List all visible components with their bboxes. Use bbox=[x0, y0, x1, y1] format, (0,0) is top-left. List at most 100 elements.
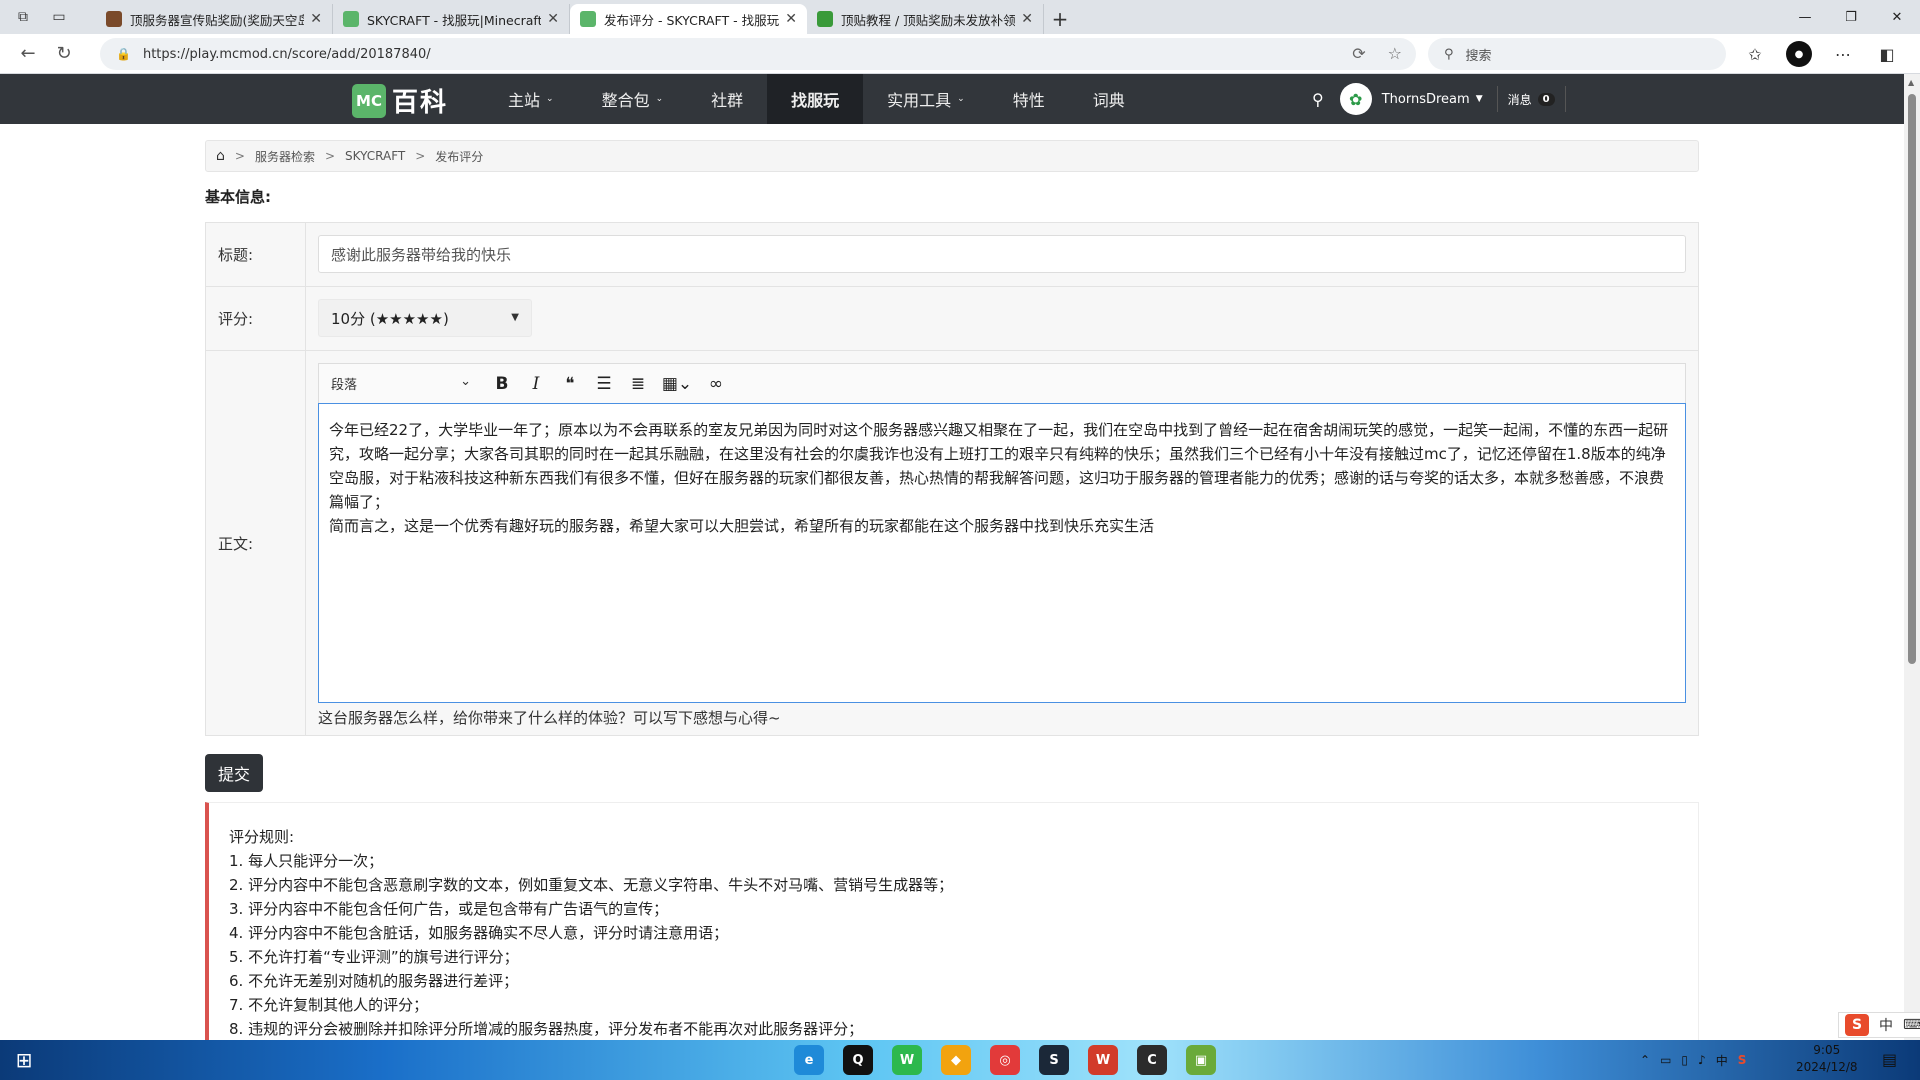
favorite-star-icon[interactable]: ☆ bbox=[1388, 44, 1402, 63]
browser-tab[interactable]: 顶服务器宣传贴奖励(奖励天空岛# ✕ bbox=[96, 4, 333, 34]
body-paragraph: 今年已经22了，大学毕业一年了；原本以为不会再联系的室友兄弟因为同时对这个服务器… bbox=[329, 421, 1669, 511]
netease-music-icon[interactable]: ◎ bbox=[990, 1045, 1020, 1075]
breadcrumb-item-current: 发布评分 bbox=[435, 149, 484, 164]
tray-ime-label[interactable]: 中 bbox=[1716, 1052, 1728, 1069]
new-tab-button[interactable]: + bbox=[1044, 4, 1076, 34]
browser-tab[interactable]: 发布评分 - SKYCRAFT - 找服玩|Mi ✕ bbox=[570, 4, 807, 34]
tray-volume-icon[interactable]: ♪ bbox=[1698, 1053, 1706, 1067]
rule-item: 3. 评分内容中不能包含任何广告，或是包含带有广告语气的宣传； bbox=[229, 900, 669, 918]
messages-link[interactable]: 消息 bbox=[1508, 91, 1532, 108]
workspaces-icon[interactable]: ⧉ bbox=[14, 8, 32, 26]
security-app-icon[interactable]: ◆ bbox=[941, 1045, 971, 1075]
nav-item[interactable]: 找服玩 bbox=[767, 74, 864, 124]
url-field[interactable]: 🔒 https://play.mcmod.cn/score/add/201878… bbox=[100, 38, 1416, 70]
wechat-app-icon[interactable]: W bbox=[892, 1045, 922, 1075]
tab-title: 顶贴教程 / 顶贴奖励未发放补领理 bbox=[841, 12, 1016, 28]
nav-item[interactable]: 主站 ⌄ bbox=[484, 74, 578, 124]
tab-favicon-icon bbox=[580, 11, 596, 27]
nav-item[interactable]: 词典 bbox=[1069, 74, 1149, 124]
nav-item[interactable]: 实用工具 ⌄ bbox=[863, 74, 989, 124]
numbered-list-icon[interactable]: ≣ bbox=[621, 374, 655, 394]
tab-close-icon[interactable]: ✕ bbox=[547, 11, 559, 27]
nav-item-label: 社群 bbox=[711, 91, 744, 110]
more-options-icon[interactable]: ⋯ bbox=[1830, 41, 1856, 67]
minimize-button[interactable]: — bbox=[1782, 0, 1828, 34]
tray-chevron-up-icon[interactable]: ⌃ bbox=[1640, 1053, 1650, 1067]
table-icon[interactable]: ▦⌄ bbox=[655, 374, 699, 394]
browser-tab[interactable]: 顶贴教程 / 顶贴奖励未发放补领理 ✕ bbox=[807, 4, 1044, 34]
minecraft-app-icon[interactable]: ▣ bbox=[1186, 1045, 1216, 1075]
close-window-button[interactable]: ✕ bbox=[1874, 0, 1920, 34]
bold-icon[interactable]: B bbox=[485, 374, 519, 394]
nav-item[interactable]: 整合包 ⌄ bbox=[578, 74, 688, 124]
home-icon[interactable]: ⌂ bbox=[216, 148, 225, 164]
tab-favicon-icon bbox=[343, 11, 359, 27]
tab-actions-icon[interactable]: ▭ bbox=[50, 8, 68, 26]
body-hint: 这台服务器怎么样，给你带来了什么样的体验？可以写下感想与心得~ bbox=[318, 709, 781, 727]
body-editor[interactable]: 今年已经22了，大学毕业一年了；原本以为不会再联系的室友兄弟因为同时对这个服务器… bbox=[318, 403, 1686, 703]
browser-tab[interactable]: SKYCRAFT - 找服玩|Minecraft服务 ✕ bbox=[333, 4, 570, 34]
notification-icon[interactable]: ▤ bbox=[1882, 1050, 1897, 1069]
lock-icon[interactable]: 🔒 bbox=[116, 47, 131, 61]
ime-language[interactable]: 中 bbox=[1879, 1015, 1893, 1035]
browser-search-box[interactable]: ⚲ 搜索 bbox=[1428, 38, 1726, 70]
ime-keyboard-icon[interactable]: ⌨ bbox=[1903, 1017, 1920, 1033]
page-scrollbar[interactable]: ▲ bbox=[1904, 74, 1920, 1040]
italic-icon[interactable]: I bbox=[519, 374, 553, 394]
submit-button[interactable]: 提交 bbox=[205, 754, 263, 792]
wps-app-icon[interactable]: W bbox=[1088, 1045, 1118, 1075]
url-text: https://play.mcmod.cn/score/add/20187840… bbox=[142, 46, 431, 62]
tray-network-icon[interactable]: ▯ bbox=[1681, 1053, 1688, 1067]
tab-close-icon[interactable]: ✕ bbox=[310, 11, 322, 27]
scroll-up-icon[interactable]: ▲ bbox=[1908, 78, 1914, 87]
score-select[interactable]: 10分 (★★★★★) ▼ bbox=[318, 299, 532, 337]
search-icon: ⚲ bbox=[1444, 46, 1454, 62]
tab-favicon-icon bbox=[817, 11, 833, 27]
scrollbar-thumb[interactable] bbox=[1908, 94, 1916, 664]
site-logo[interactable]: MC 百科 bbox=[352, 82, 448, 119]
blockquote-icon[interactable]: ❝ bbox=[553, 374, 587, 394]
nav-item[interactable]: 特性 bbox=[989, 74, 1069, 124]
translate-icon[interactable]: ⟳ bbox=[1352, 44, 1365, 63]
edge-app-icon[interactable]: e bbox=[794, 1045, 824, 1075]
chevron-down-icon[interactable]: ▼ bbox=[1476, 94, 1483, 104]
logo-text: 百科 bbox=[392, 88, 449, 118]
nav-item-label: 整合包 bbox=[601, 91, 650, 110]
windows-start-icon[interactable]: ⊞ bbox=[0, 1040, 48, 1080]
title-row: 标题: 感谢此服务器带给我的快乐 bbox=[206, 223, 1698, 287]
main-nav: 主站 ⌄ 整合包 ⌄ 社群 找服玩 实用工具 ⌄ 特性 词典 bbox=[484, 74, 1149, 124]
nav-item-label: 找服玩 bbox=[791, 91, 840, 110]
link-icon[interactable]: ∞ bbox=[699, 374, 733, 394]
nav-item[interactable]: 社群 bbox=[687, 74, 767, 124]
breadcrumb-item[interactable]: 服务器检索 bbox=[255, 148, 315, 165]
ime-toolbar: S 中 ⌨ bbox=[1838, 1012, 1920, 1038]
tray-display-icon[interactable]: ▭ bbox=[1660, 1053, 1671, 1067]
score-row: 评分: 10分 (★★★★★) ▼ bbox=[206, 287, 1698, 351]
favorites-icon[interactable]: ✩ bbox=[1742, 41, 1768, 67]
system-clock[interactable]: 9:05 2024/12/8 bbox=[1796, 1042, 1858, 1076]
tab-close-icon[interactable]: ✕ bbox=[1021, 11, 1033, 27]
back-button[interactable]: ← bbox=[10, 38, 46, 70]
paragraph-style-dropdown[interactable]: 段落 ⌄ bbox=[331, 374, 471, 393]
nav-item-label: 词典 bbox=[1092, 91, 1125, 110]
launcher-app-icon[interactable]: C bbox=[1137, 1045, 1167, 1075]
username[interactable]: ThornsDream bbox=[1382, 92, 1470, 107]
qq-app-icon[interactable]: Q bbox=[843, 1045, 873, 1075]
breadcrumb: ⌂ > 服务器检索 > SKYCRAFT > 发布评分 bbox=[205, 140, 1699, 172]
breadcrumb-item[interactable]: SKYCRAFT bbox=[345, 149, 405, 163]
bulleted-list-icon[interactable]: ☰ bbox=[587, 374, 621, 394]
user-avatar[interactable]: ✿ bbox=[1339, 83, 1372, 115]
rule-item: 4. 评分内容中不能包含脏话，如服务器确实不尽人意，评分时请注意用语； bbox=[229, 924, 729, 942]
profile-avatar[interactable]: ● bbox=[1786, 41, 1812, 67]
tab-close-icon[interactable]: ✕ bbox=[785, 11, 797, 27]
title-input[interactable]: 感谢此服务器带给我的快乐 bbox=[318, 235, 1686, 273]
restore-button[interactable]: ❐ bbox=[1828, 0, 1874, 34]
paragraph-style-label: 段落 bbox=[331, 378, 358, 393]
refresh-button[interactable]: ↻ bbox=[46, 38, 82, 70]
steam-app-icon[interactable]: S bbox=[1039, 1045, 1069, 1075]
caret-down-icon: ▼ bbox=[511, 312, 519, 323]
site-search-icon[interactable]: ⚲ bbox=[1312, 90, 1324, 109]
sidebar-toggle-icon[interactable]: ◧ bbox=[1874, 41, 1900, 67]
sogou-ime-icon[interactable]: S bbox=[1845, 1014, 1869, 1036]
tray-sogou-icon[interactable]: S bbox=[1738, 1053, 1747, 1067]
